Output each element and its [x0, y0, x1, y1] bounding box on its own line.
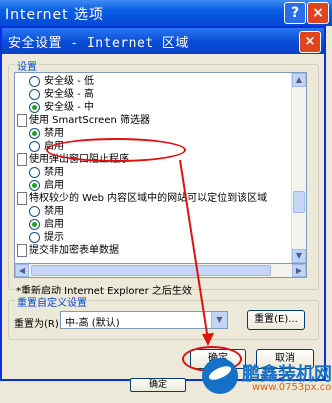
reset-button[interactable]: 重置(E)... — [247, 310, 305, 330]
document-icon — [17, 153, 27, 166]
background-window-title: Internet 选项 — [5, 7, 105, 23]
setting-label: 启用 — [44, 219, 64, 230]
setting-label: 使用 SmartScreen 筛选器 — [29, 115, 150, 126]
horizontal-scroll-thumb[interactable] — [31, 265, 271, 276]
setting-label: 禁用 — [44, 206, 64, 217]
watermark-url: www.0753px.com — [252, 382, 332, 393]
radio-button[interactable] — [29, 180, 40, 191]
dialog-close-button[interactable]: × — [299, 31, 321, 53]
scroll-up-icon[interactable]: ▲ — [292, 73, 306, 87]
radio-button[interactable] — [29, 219, 40, 230]
radio-button[interactable] — [29, 128, 40, 139]
scroll-left-icon[interactable]: ◀ — [15, 264, 29, 277]
scroll-down-icon[interactable]: ▼ — [292, 249, 306, 263]
help-button[interactable]: ? — [284, 2, 306, 24]
radio-button[interactable] — [29, 89, 40, 100]
settings-group-label: 设置 — [15, 58, 39, 73]
dialog-title: 安全设置 - Internet 区域 — [8, 36, 189, 51]
setting-label: 安全级 - 低 — [44, 76, 94, 87]
radio-button[interactable] — [29, 167, 40, 178]
reset-level-select[interactable]: 中-高 (默认) ▼ — [60, 311, 228, 329]
vertical-scrollbar[interactable]: ▲ ▼ — [291, 73, 306, 263]
background-window-titlebar: Internet 选项 ? × — [0, 0, 332, 26]
setting-label: 启用 — [44, 180, 64, 191]
settings-listbox[interactable]: 安全级 - 低安全级 - 高安全级 - 中使用 SmartScreen 筛选器禁… — [14, 72, 307, 264]
background-ok-button[interactable]: 确定 — [130, 378, 186, 392]
document-icon — [17, 114, 27, 127]
watermark-logo-icon — [202, 358, 238, 394]
watermark: 鹏鑫装机网 www.0753px.com — [200, 356, 332, 400]
radio-button[interactable] — [29, 102, 40, 113]
setting-label: 特权较少的 Web 内容区域中的网站可以定位到该区域 — [29, 193, 268, 204]
setting-label: 禁用 — [44, 167, 64, 178]
dialog-titlebar: 安全设置 - Internet 区域 × — [2, 28, 324, 54]
setting-label: 提示 — [44, 232, 64, 243]
radio-button[interactable] — [29, 141, 40, 152]
horizontal-scrollbar[interactable]: ◀ ▶ — [14, 264, 307, 278]
radio-button[interactable] — [29, 76, 40, 87]
reset-level-value: 中-高 (默认) — [65, 318, 120, 329]
background-close-button[interactable]: × — [307, 2, 329, 24]
document-icon — [17, 192, 27, 205]
reset-group-label: 重置自定义设置 — [15, 294, 89, 309]
radio-button[interactable] — [29, 206, 40, 217]
setting-label: 提交非加密表单数据 — [29, 245, 119, 256]
setting-label: 安全级 - 高 — [44, 89, 94, 100]
scroll-right-icon[interactable]: ▶ — [292, 264, 306, 277]
document-icon — [17, 244, 27, 257]
setting-label: 安全级 - 中 — [44, 102, 94, 113]
security-settings-dialog: 安全设置 - Internet 区域 × 设置 安全级 - 低安全级 - 高安全… — [0, 26, 326, 381]
scroll-thumb[interactable] — [293, 191, 305, 213]
radio-button[interactable] — [29, 232, 40, 243]
setting-label: 禁用 — [44, 128, 64, 139]
smartscreen-highlight-ellipse — [46, 138, 186, 162]
reset-to-label: 重置为(R): — [14, 319, 63, 330]
chevron-down-icon[interactable]: ▼ — [211, 312, 227, 328]
